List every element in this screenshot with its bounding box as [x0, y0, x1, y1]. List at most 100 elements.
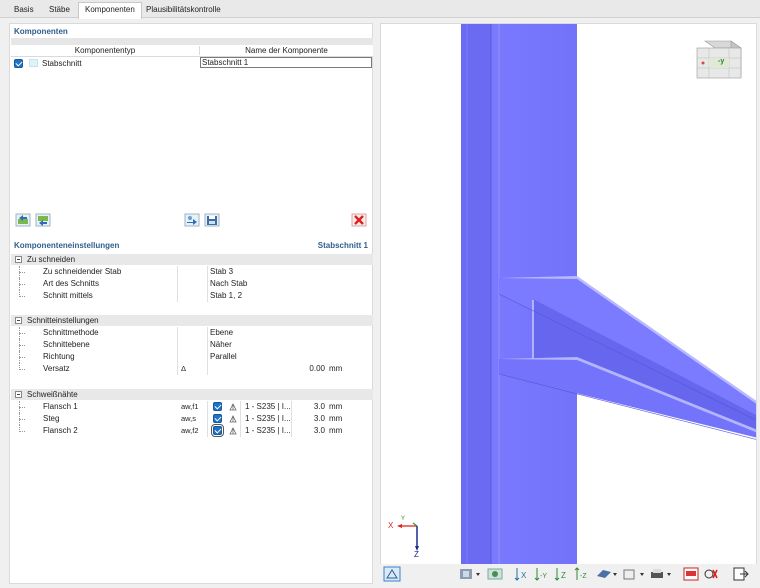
left-panel: Komponenten Komponententyp Name der Komp… — [9, 23, 373, 584]
fillet-weld-icon — [229, 427, 237, 435]
view-z-icon[interactable]: Z — [553, 566, 571, 582]
property-name: Schnittmethode — [43, 328, 99, 337]
property-row[interactable]: Art des Schnitts Nach Stab — [11, 278, 373, 290]
table-row[interactable]: Stabschnitt Stabschnitt 1 — [11, 57, 373, 69]
display-settings-icon[interactable] — [486, 566, 504, 582]
group-schnitteinstellungen[interactable]: Schnitteinstellungen — [11, 315, 373, 326]
group-label: Zu schneiden — [27, 255, 76, 264]
property-unit: mm — [329, 426, 343, 435]
property-name: Schnittebene — [43, 340, 90, 349]
reset-view-icon[interactable] — [702, 566, 720, 582]
weld-thickness[interactable]: 3.0 — [291, 414, 325, 423]
render-mode-icon[interactable] — [458, 566, 484, 582]
svg-text:-Z: -Z — [580, 573, 587, 580]
weld-checkbox[interactable] — [211, 424, 224, 437]
property-value[interactable]: Ebene — [210, 328, 233, 337]
property-name: Steg — [43, 414, 60, 423]
group-label: Schnitteinstellungen — [27, 316, 99, 325]
collapse-icon[interactable] — [15, 391, 22, 398]
property-name: Flansch 1 — [43, 402, 78, 411]
property-name: Zu schneidender Stab — [43, 267, 122, 276]
view-x-icon[interactable]: X — [513, 566, 531, 582]
weld-thickness[interactable]: 3.0 — [291, 426, 325, 435]
property-row[interactable]: Schnittebene Näher — [11, 339, 373, 351]
view-toolbar: X -Y Z -Z — [380, 564, 757, 584]
axis-x-label: X — [388, 521, 394, 530]
weld-checkbox[interactable] — [213, 414, 222, 423]
property-name: Schnitt mittels — [43, 291, 93, 300]
group-zu-schneiden[interactable]: Zu schneiden — [11, 254, 373, 265]
components-title: Komponenten — [14, 27, 68, 36]
export-icon[interactable] — [184, 213, 200, 227]
axis-y-label: Y — [401, 516, 406, 522]
property-unit: mm — [329, 364, 343, 373]
group-schweissnaehte[interactable]: Schweißnähte — [11, 389, 373, 400]
weld-checkbox[interactable] — [213, 402, 222, 411]
save-icon[interactable] — [204, 213, 220, 227]
versatz-value[interactable]: 0.00 — [291, 364, 325, 373]
property-value[interactable]: Stab 1, 2 — [210, 291, 242, 300]
isometric-view-icon[interactable] — [595, 566, 619, 582]
move-up-icon[interactable] — [15, 213, 31, 227]
property-unit: mm — [329, 402, 343, 411]
col-header-type[interactable]: Komponententyp — [11, 46, 199, 55]
fillet-weld-icon — [229, 415, 237, 423]
property-name: Versatz — [43, 364, 70, 373]
property-row[interactable]: Richtung Parallel — [11, 351, 373, 363]
move-down-icon[interactable] — [35, 213, 51, 227]
components-header: Komponententyp Name der Komponente — [11, 45, 373, 57]
steel-model[interactable] — [381, 24, 757, 565]
property-symbol: Δ — [181, 364, 187, 373]
property-name: Richtung — [43, 352, 75, 361]
tab-staebe[interactable]: Stäbe — [43, 3, 76, 18]
svg-text:X: X — [521, 571, 527, 580]
property-row[interactable]: Schnitt mittels Stab 1, 2 — [11, 290, 373, 302]
property-unit: mm — [329, 414, 343, 423]
print-icon[interactable] — [649, 566, 673, 582]
property-value[interactable]: Parallel — [210, 352, 237, 361]
settings-selected-component: Stabschnitt 1 — [317, 241, 368, 250]
property-value[interactable]: Näher — [210, 340, 232, 349]
property-symbol: aw,f1 — [181, 402, 199, 411]
collapse-icon[interactable] — [15, 317, 22, 324]
col-header-name[interactable]: Name der Komponente — [199, 46, 373, 55]
weld-material[interactable]: 1 - S235 | I... — [245, 414, 291, 423]
view-minus-y-icon[interactable]: -Y — [533, 566, 551, 582]
property-symbol: aw,f2 — [181, 426, 199, 435]
delete-icon[interactable] — [351, 213, 367, 227]
property-name: Flansch 2 — [43, 426, 78, 435]
property-name: Art des Schnitts — [43, 279, 100, 288]
property-row[interactable]: Schnittmethode Ebene — [11, 327, 373, 339]
component-name-input[interactable]: Stabschnitt 1 — [200, 57, 372, 68]
view-minus-z-icon[interactable]: -Z — [573, 566, 591, 582]
weld-row[interactable]: Flansch 2 aw,f2 1 - S235 | I... 3.0 mm — [11, 424, 373, 437]
tab-komponenten[interactable]: Komponenten — [78, 2, 142, 19]
component-checkbox[interactable] — [14, 59, 23, 68]
property-value[interactable]: Nach Stab — [210, 279, 247, 288]
collapse-icon[interactable] — [15, 256, 22, 263]
svg-text:-Y: -Y — [540, 573, 547, 580]
weld-row[interactable]: Steg aw,s 1 - S235 | I... 3.0 mm — [11, 413, 373, 425]
property-value[interactable]: Stab 3 — [210, 267, 233, 276]
report-icon[interactable] — [682, 566, 700, 582]
wireframe-view-icon[interactable] — [622, 566, 646, 582]
weld-material[interactable]: 1 - S235 | I... — [245, 426, 291, 435]
property-row[interactable]: Zu schneidender Stab Stab 3 — [11, 266, 373, 278]
select-view-icon[interactable] — [383, 566, 401, 582]
weld-thickness[interactable]: 3.0 — [291, 402, 325, 411]
property-symbol: aw,s — [181, 414, 197, 423]
fillet-weld-icon — [229, 403, 237, 411]
tab-plausibilitaetskontrolle[interactable]: Plausibilitätskontrolle — [140, 3, 227, 18]
3d-viewport[interactable]: -y X Y Z — [380, 23, 757, 565]
components-table: Komponententyp Name der Komponente Stabs… — [11, 38, 373, 69]
tab-basis[interactable]: Basis — [8, 3, 40, 18]
weld-row[interactable]: Flansch 1 aw,f1 1 - S235 | I... 3.0 mm — [11, 401, 373, 413]
exit-view-icon[interactable] — [732, 566, 750, 582]
group-label: Schweißnähte — [27, 390, 78, 399]
component-color-swatch — [29, 59, 38, 67]
axis-z-label: Z — [414, 550, 419, 559]
weld-material[interactable]: 1 - S235 | I... — [245, 402, 291, 411]
svg-text:Z: Z — [561, 571, 566, 580]
settings-title: Komponenteneinstellungen — [14, 241, 120, 250]
property-row[interactable]: Versatz Δ 0.00 mm — [11, 363, 373, 375]
